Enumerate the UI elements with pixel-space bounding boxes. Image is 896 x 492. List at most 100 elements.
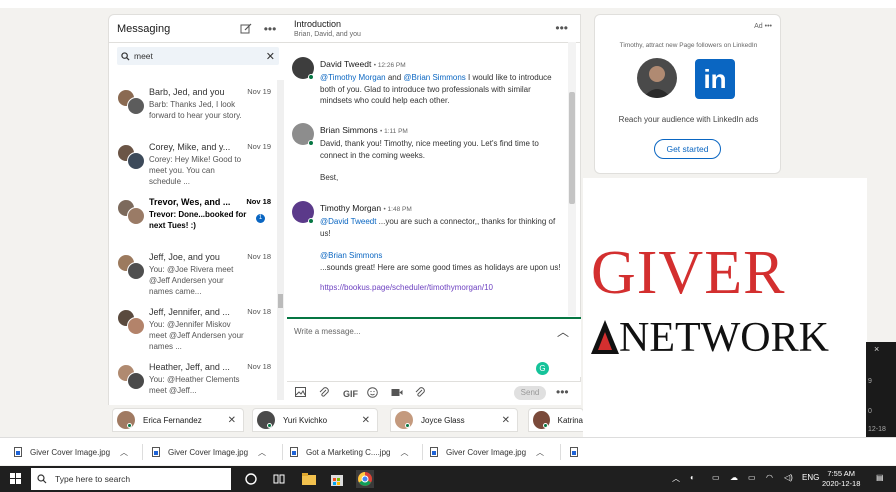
people-icon[interactable]: ◐ [690, 473, 695, 482]
language-indicator[interactable]: ENG [802, 473, 819, 482]
notifications-icon[interactable]: ▤ [876, 473, 884, 482]
file-explorer-icon[interactable] [300, 470, 318, 488]
taskbar-search-input[interactable]: Type here to search [55, 474, 130, 484]
chat-bubble[interactable]: Yuri Kvichko ✕ [252, 408, 378, 432]
online-indicator [543, 423, 548, 428]
message-time: • 1:48 PM [383, 206, 412, 213]
video-icon[interactable] [391, 388, 415, 400]
conversation-title[interactable]: Introduction [294, 19, 572, 29]
mention-link[interactable]: @Brian Simmons [403, 73, 465, 82]
chat-bubble-bar: Erica Fernandez ✕ Yuri Kvichko ✕ Joyce G… [108, 405, 584, 435]
conversation-date: Nov 19 [247, 142, 271, 151]
chat-bubble[interactable]: Katrina [528, 408, 584, 432]
emoji-icon[interactable] [367, 386, 391, 401]
download-filename: Giver Cover Image.jpg [30, 447, 111, 457]
chevron-up-icon[interactable]: ︿ [120, 447, 128, 458]
sender-name[interactable]: Timothy Morgan [320, 203, 381, 213]
volume-icon[interactable]: ◁) [784, 473, 793, 482]
conversation-preview: Trevor: Done...booked for next Tues! :) [149, 210, 247, 230]
chevron-up-icon[interactable]: ︿ [672, 473, 680, 484]
chevron-up-icon[interactable]: ︿ [400, 447, 408, 458]
download-item[interactable]: Giver Cover Image.jpg ︿ [14, 438, 128, 466]
download-item-partial[interactable] [570, 438, 586, 466]
close-icon[interactable]: ✕ [502, 415, 510, 426]
scheduler-link[interactable]: https://bookus.page/scheduler/timothymor… [320, 282, 564, 294]
scrollbar-thumb[interactable] [278, 294, 283, 308]
bubble-name: Katrina [557, 415, 583, 425]
conversation-participants: Brian, David, and you [294, 31, 361, 38]
download-filename: Giver Cover Image.jpg [168, 447, 249, 457]
download-filename: Giver Cover Image.jpg [446, 447, 527, 457]
search-input[interactable]: meet [134, 51, 266, 61]
more-options-icon[interactable]: ••• [555, 21, 568, 35]
get-started-button[interactable]: Get started [654, 139, 721, 159]
store-icon[interactable] [328, 470, 346, 488]
attachment-icon[interactable] [319, 386, 343, 401]
cloud-icon[interactable]: ☁ [730, 473, 738, 482]
chrome-icon[interactable] [356, 470, 374, 488]
clock-date: 2020-12-18 [822, 479, 861, 488]
cortana-icon[interactable] [242, 470, 260, 488]
mention-link[interactable]: @Brian Simmons [320, 251, 382, 260]
close-icon[interactable]: ✕ [362, 415, 370, 426]
conversation-name: Jeff, Joe, and you [149, 252, 220, 262]
download-item[interactable]: Giver Cover Image.jpg ︿ [152, 438, 266, 466]
chevron-up-icon[interactable]: ︿ [258, 447, 266, 458]
message-body: @Timothy Morgan and @Brian Simmons I wou… [320, 72, 564, 107]
message-time: • 1:11 PM [380, 128, 408, 135]
conversation-date: Nov 18 [247, 307, 271, 316]
mention-link[interactable]: @Timothy Morgan [320, 73, 386, 82]
search-field[interactable]: meet ✕ [117, 47, 279, 65]
conversation-date: Nov 18 [247, 252, 271, 261]
more-options-icon[interactable]: ••• [261, 20, 279, 38]
clock[interactable]: 7:55 AM 2020-12-18 [822, 469, 860, 489]
group-avatar [115, 358, 149, 405]
online-indicator [127, 423, 132, 428]
chat-bubble[interactable]: Joyce Glass ✕ [390, 408, 518, 432]
mention-link[interactable]: @David Tweedt [320, 217, 376, 226]
group-avatar [115, 193, 149, 248]
conversation-item[interactable]: Barb, Jed, and you Nov 19 Barb: Thanks Je… [109, 83, 277, 138]
monitor-icon[interactable]: ▭ [748, 473, 756, 482]
sender-name[interactable]: David Tweedt [320, 59, 371, 69]
task-view-icon[interactable] [270, 470, 288, 488]
scrollbar-thumb[interactable] [569, 92, 575, 204]
online-indicator [308, 140, 314, 146]
download-item[interactable]: Giver Cover Image.jpg ︿ [430, 438, 544, 466]
wifi-icon[interactable]: ◠ [766, 473, 773, 482]
bubble-name: Joyce Glass [421, 415, 465, 425]
conversation-item[interactable]: Heather, Jeff, and ... Nov 18 You: @Heath… [109, 358, 277, 405]
message-text: Best, [320, 173, 339, 182]
conversation-item[interactable]: Jeff, Jennifer, and ... Nov 18 You: @Jenn… [109, 303, 277, 358]
windows-start-icon[interactable] [10, 473, 22, 485]
image-icon[interactable] [295, 387, 319, 400]
conversation-list-scrollbar[interactable] [277, 80, 284, 400]
conversation-date: Nov 18 [246, 197, 271, 206]
sender-name[interactable]: Brian Simmons [320, 125, 378, 135]
close-icon[interactable]: × [874, 344, 879, 354]
chevron-up-icon[interactable]: ︿ [536, 447, 544, 458]
conversation-scrollbar[interactable] [568, 42, 576, 316]
conversation-item-unread[interactable]: Trevor, Wes, and ... Nov 18 Trevor: Done.… [109, 193, 277, 248]
grammarly-icon[interactable]: G [536, 362, 549, 375]
conversation-preview: You: @Jennifer Miskov meet @Jeff Anderse… [149, 320, 244, 351]
taskbar-search[interactable]: Type here to search [31, 468, 231, 490]
gif-button[interactable]: GIF [343, 389, 367, 399]
chevron-up-icon[interactable]: ︿ [557, 323, 569, 340]
avatar [395, 411, 413, 429]
conversation-item[interactable]: Corey, Mike, and y... Nov 19 Corey: Hey M… [109, 138, 277, 193]
conversation-name: Heather, Jeff, and ... [149, 362, 230, 372]
clear-search-icon[interactable]: ✕ [266, 50, 275, 63]
compose-placeholder[interactable]: Write a message... [294, 327, 361, 336]
strip-text: 0 [868, 408, 872, 415]
compose-icon[interactable] [237, 20, 255, 38]
close-icon[interactable]: ✕ [228, 415, 236, 426]
conversation-item[interactable]: Jeff, Joe, and you Nov 18 You: @Joe River… [109, 248, 277, 303]
compose-more-icon[interactable]: ••• [556, 385, 569, 399]
file-icon [430, 447, 438, 457]
chat-bubble[interactable]: Erica Fernandez ✕ [112, 408, 244, 432]
download-item[interactable]: Got a Marketing C....jpg ︿ [290, 438, 408, 466]
network-icon[interactable]: ▭ [712, 473, 720, 482]
send-button[interactable]: Send [514, 386, 546, 400]
paperclip-icon[interactable] [415, 386, 439, 401]
